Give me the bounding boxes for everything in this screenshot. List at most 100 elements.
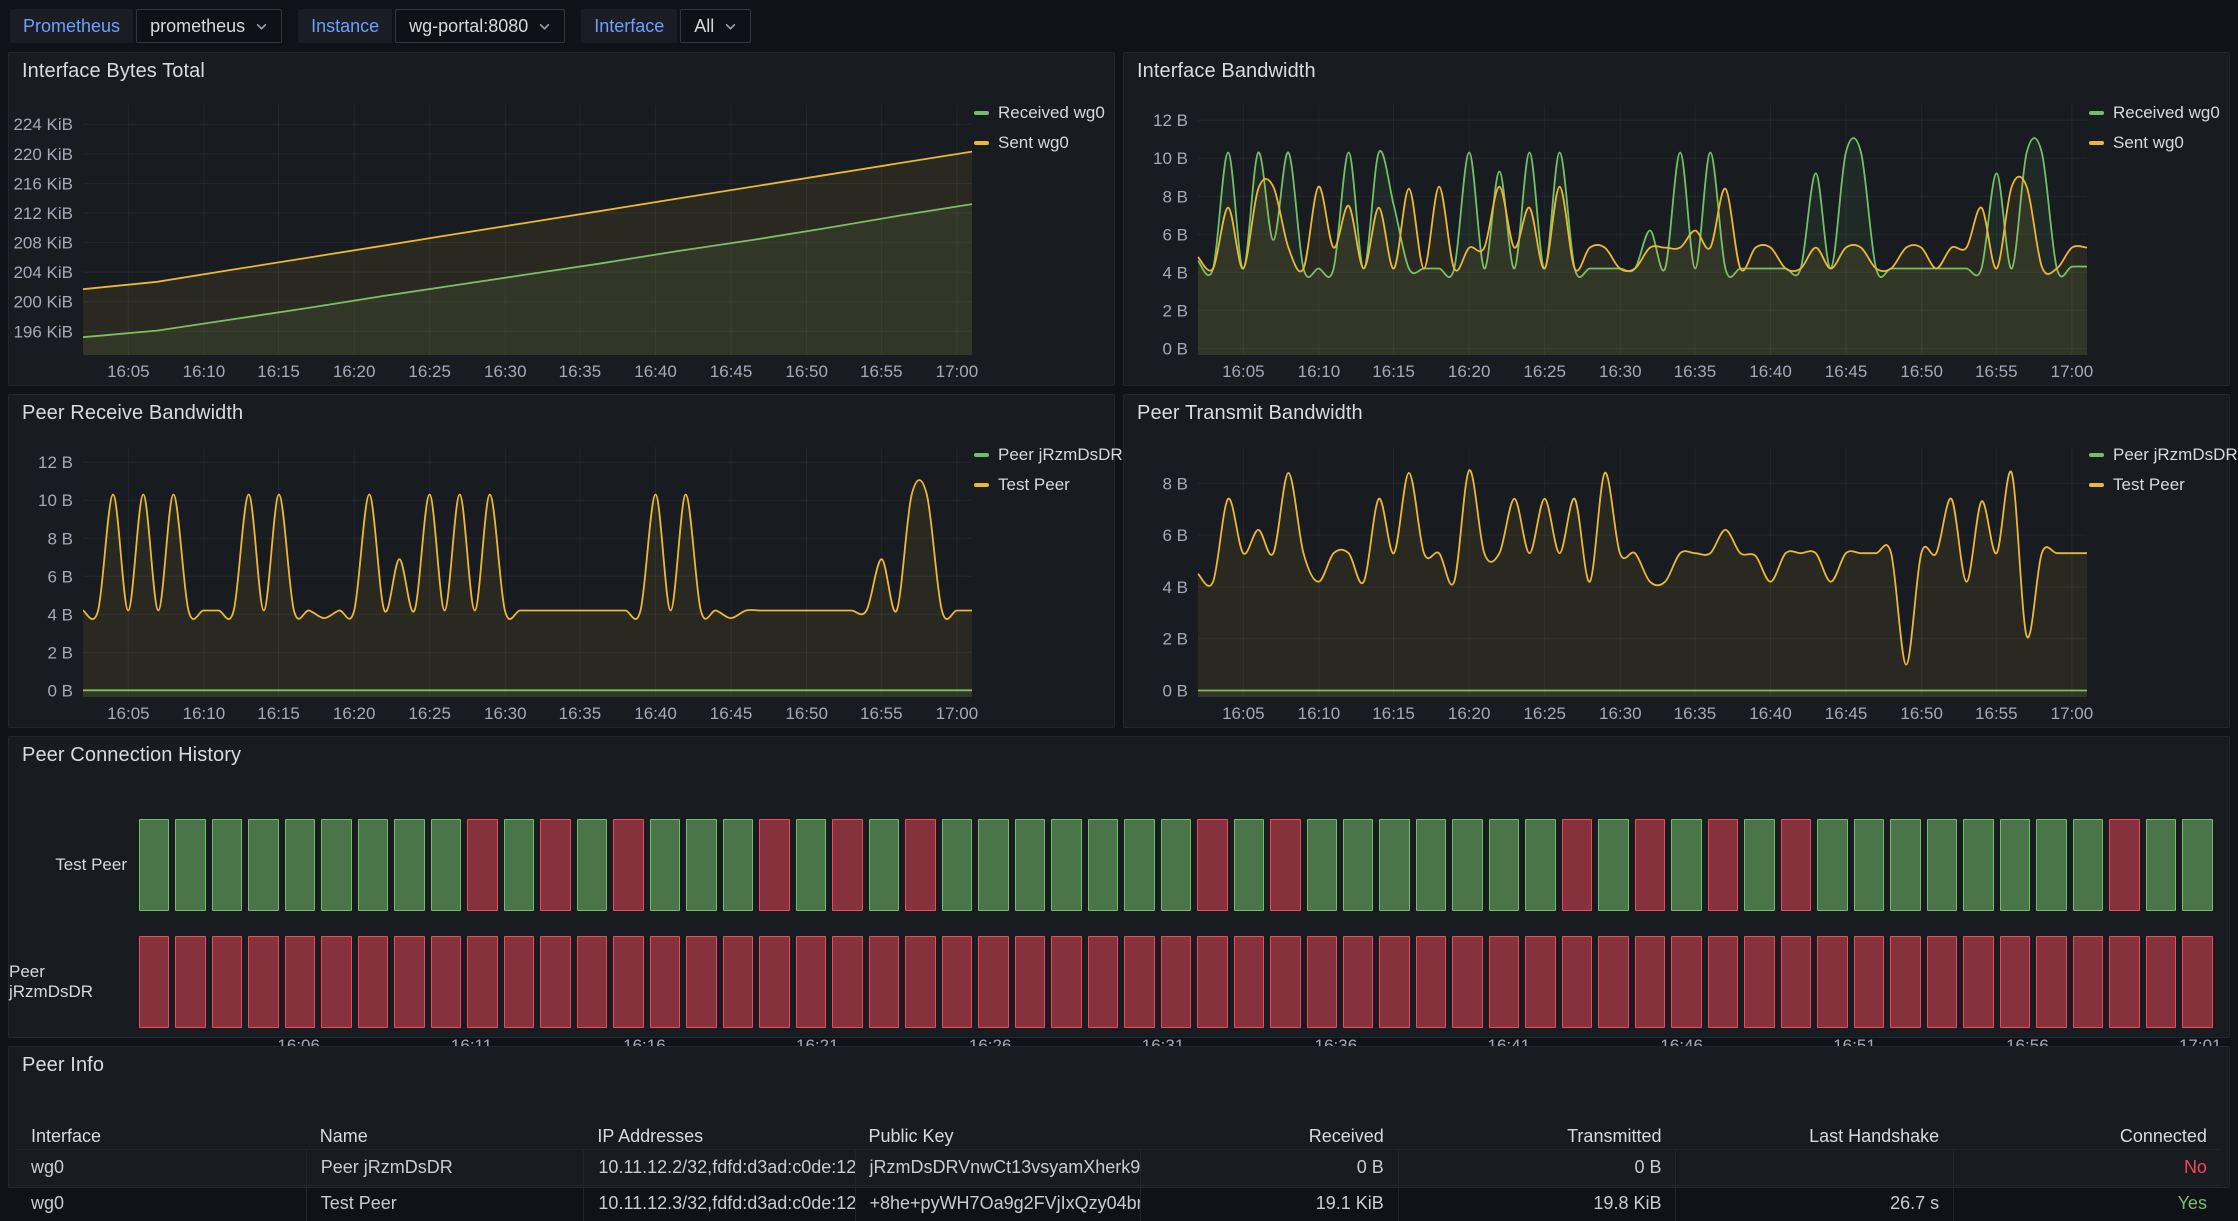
status-bar-disconnected[interactable] — [1307, 936, 1337, 1028]
status-bar-disconnected[interactable] — [1562, 936, 1592, 1028]
status-bar-disconnected[interactable] — [1635, 819, 1665, 911]
status-bar-disconnected[interactable] — [1671, 936, 1701, 1028]
status-bar-connected[interactable] — [1890, 819, 1920, 911]
variable-select-prometheus[interactable]: prometheus — [136, 9, 282, 43]
status-bar-connected[interactable] — [358, 819, 388, 911]
status-bar-disconnected[interactable] — [978, 936, 1008, 1028]
status-bar-connected[interactable] — [2073, 819, 2103, 911]
status-bar-connected[interactable] — [686, 819, 716, 911]
status-bar-disconnected[interactable] — [1124, 936, 1154, 1028]
status-bar-disconnected[interactable] — [723, 936, 753, 1028]
status-bar-disconnected[interactable] — [796, 936, 826, 1028]
status-bar-disconnected[interactable] — [832, 936, 862, 1028]
status-bar-disconnected[interactable] — [2073, 936, 2103, 1028]
status-bar-disconnected[interactable] — [248, 936, 278, 1028]
legend-item[interactable]: Sent wg0 — [2089, 133, 2221, 153]
status-bar-disconnected[interactable] — [212, 936, 242, 1028]
status-bar-connected[interactable] — [1343, 819, 1373, 911]
status-bar-connected[interactable] — [2182, 819, 2212, 911]
status-bar-disconnected[interactable] — [577, 936, 607, 1028]
status-bar-connected[interactable] — [1489, 819, 1519, 911]
status-bar-disconnected[interactable] — [2146, 936, 2176, 1028]
status-bar-disconnected[interactable] — [1708, 819, 1738, 911]
status-bar-connected[interactable] — [1963, 819, 1993, 911]
legend-item[interactable]: Peer jRzmDsDR — [974, 445, 1106, 465]
status-bar-disconnected[interactable] — [2000, 936, 2030, 1028]
status-bar-disconnected[interactable] — [1781, 819, 1811, 911]
status-bar-disconnected[interactable] — [1416, 936, 1446, 1028]
status-bar-disconnected[interactable] — [540, 819, 570, 911]
status-bar-connected[interactable] — [1307, 819, 1337, 911]
status-bar-disconnected[interactable] — [540, 936, 570, 1028]
variable-select-interface[interactable]: All — [680, 9, 751, 43]
status-bar-connected[interactable] — [1088, 819, 1118, 911]
panel-title[interactable]: Peer Connection History — [9, 737, 2229, 773]
status-bar-disconnected[interactable] — [1197, 819, 1227, 911]
table-column-header[interactable]: Interface — [17, 1123, 306, 1149]
status-bar-disconnected[interactable] — [1817, 936, 1847, 1028]
status-bar-connected[interactable] — [1927, 819, 1957, 911]
status-bar-connected[interactable] — [1161, 819, 1191, 911]
status-bar-disconnected[interactable] — [869, 936, 899, 1028]
status-bar-disconnected[interactable] — [613, 936, 643, 1028]
panel-title[interactable]: Peer Info — [9, 1047, 2229, 1083]
table-column-header[interactable]: Public Key — [855, 1123, 1140, 1149]
status-bar-disconnected[interactable] — [1854, 936, 1884, 1028]
status-bar-disconnected[interactable] — [1781, 936, 1811, 1028]
status-bar-disconnected[interactable] — [285, 936, 315, 1028]
table-column-header[interactable]: Last Handshake — [1675, 1123, 1953, 1149]
status-bar-disconnected[interactable] — [1379, 936, 1409, 1028]
status-bar-disconnected[interactable] — [1088, 936, 1118, 1028]
panel-title[interactable]: Interface Bandwidth — [1124, 53, 2229, 89]
legend-item[interactable]: Test Peer — [974, 475, 1106, 495]
status-bar-connected[interactable] — [2146, 819, 2176, 911]
table-column-header[interactable]: Connected — [1953, 1123, 2221, 1149]
status-bar-connected[interactable] — [1416, 819, 1446, 911]
status-bar-disconnected[interactable] — [832, 819, 862, 911]
status-bar-connected[interactable] — [1051, 819, 1081, 911]
status-bar-disconnected[interactable] — [2109, 819, 2139, 911]
status-bar-connected[interactable] — [2036, 819, 2066, 911]
status-bar-disconnected[interactable] — [1197, 936, 1227, 1028]
status-bar-disconnected[interactable] — [1890, 936, 1920, 1028]
status-bar-connected[interactable] — [285, 819, 315, 911]
status-bar-connected[interactable] — [942, 819, 972, 911]
panel-title[interactable]: Interface Bytes Total — [9, 53, 1114, 89]
variable-select-instance[interactable]: wg-portal:8080 — [395, 9, 565, 43]
status-bar-disconnected[interactable] — [1343, 936, 1373, 1028]
status-bar-connected[interactable] — [869, 819, 899, 911]
status-bar-disconnected[interactable] — [139, 936, 169, 1028]
status-bar-disconnected[interactable] — [650, 936, 680, 1028]
legend-item[interactable]: Peer jRzmDsDR — [2089, 445, 2221, 465]
status-bar-connected[interactable] — [1525, 819, 1555, 911]
status-bar-disconnected[interactable] — [905, 819, 935, 911]
status-bar-disconnected[interactable] — [1015, 936, 1045, 1028]
panel-title[interactable]: Peer Receive Bandwidth — [9, 395, 1114, 431]
status-bar-connected[interactable] — [1234, 819, 1264, 911]
status-bar-disconnected[interactable] — [1452, 936, 1482, 1028]
status-bar-disconnected[interactable] — [2109, 936, 2139, 1028]
legend-item[interactable]: Received wg0 — [2089, 103, 2221, 123]
status-bar-connected[interactable] — [504, 819, 534, 911]
status-bar-connected[interactable] — [1817, 819, 1847, 911]
status-bar-disconnected[interactable] — [321, 936, 351, 1028]
status-bar-connected[interactable] — [1744, 819, 1774, 911]
status-bar-connected[interactable] — [650, 819, 680, 911]
status-bar-disconnected[interactable] — [1234, 936, 1264, 1028]
status-bar-connected[interactable] — [723, 819, 753, 911]
status-bar-connected[interactable] — [1854, 819, 1884, 911]
status-bar-connected[interactable] — [431, 819, 461, 911]
status-bar-disconnected[interactable] — [394, 936, 424, 1028]
status-bar-disconnected[interactable] — [1525, 936, 1555, 1028]
legend-item[interactable]: Test Peer — [2089, 475, 2221, 495]
status-bar-disconnected[interactable] — [613, 819, 643, 911]
status-bar-connected[interactable] — [1452, 819, 1482, 911]
table-column-header[interactable]: Name — [306, 1123, 584, 1149]
status-bar-disconnected[interactable] — [2036, 936, 2066, 1028]
status-bar-connected[interactable] — [1015, 819, 1045, 911]
status-bar-disconnected[interactable] — [467, 819, 497, 911]
status-bar-connected[interactable] — [139, 819, 169, 911]
status-bar-disconnected[interactable] — [1708, 936, 1738, 1028]
status-bar-disconnected[interactable] — [431, 936, 461, 1028]
status-bar-connected[interactable] — [577, 819, 607, 911]
